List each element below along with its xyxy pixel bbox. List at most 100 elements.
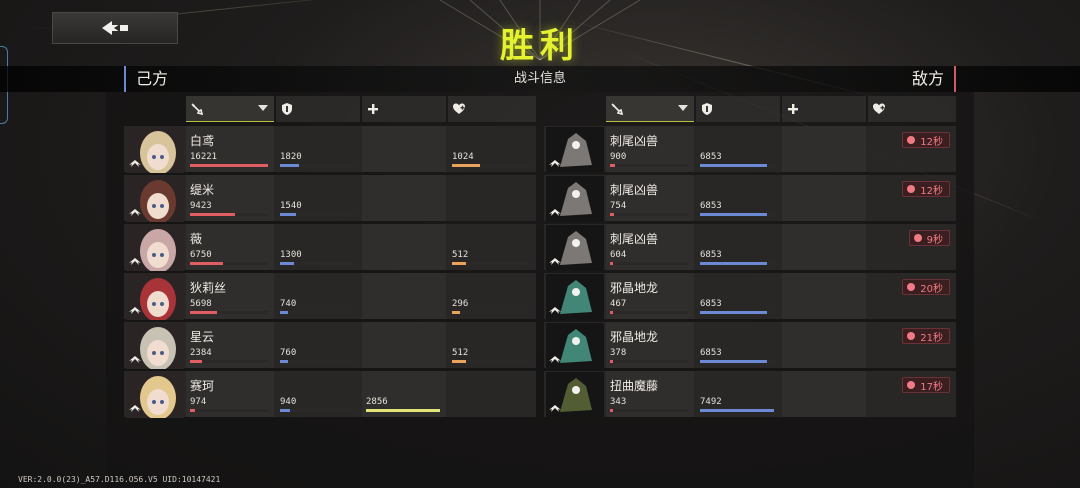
battle-info-bar: 己方 战斗信息 敌方 <box>0 66 1080 92</box>
timer-text: 12秒 <box>920 185 943 197</box>
cell-background <box>362 126 446 172</box>
column-header-heal[interactable] <box>448 96 536 122</box>
stat-bar-fill-damage <box>610 360 613 363</box>
unit-row: 白鸢 16221 1820 1024 <box>124 126 536 173</box>
stat-value-damage: 754 <box>610 201 627 211</box>
unit-name: 邪晶地龙 <box>610 281 659 295</box>
stat-bar-fill-damage <box>610 311 613 314</box>
stat-bar-fill-heal <box>452 262 466 265</box>
stat-value-heal: 296 <box>452 299 469 309</box>
unit-row: 赛珂 974 940 2856 <box>124 371 536 418</box>
wing-icon <box>549 209 561 216</box>
unit-name: 扭曲魔藤 <box>610 379 659 393</box>
stat-value-defense: 7492 <box>700 397 722 407</box>
stat-value-defense: 760 <box>280 348 297 358</box>
stat-bar-heal <box>452 262 530 265</box>
cell-background <box>782 322 866 368</box>
unit-name: 狄莉丝 <box>190 281 227 295</box>
column-header-damage[interactable] <box>186 96 274 122</box>
stat-bar-fill-defense <box>280 360 288 363</box>
wing-icon <box>129 258 141 265</box>
stat-bar-fill-defense <box>700 164 767 167</box>
stat-value-defense: 6853 <box>700 348 722 358</box>
column-header-support[interactable] <box>782 96 866 122</box>
stat-value-defense: 940 <box>280 397 297 407</box>
stat-bar-fill-damage <box>190 164 268 167</box>
wing-icon <box>549 356 561 363</box>
victory-title: 胜利 <box>500 26 580 66</box>
stat-bar-fill-damage <box>190 262 223 265</box>
stat-value-damage: 343 <box>610 397 627 407</box>
column-header-defense[interactable] <box>696 96 780 122</box>
respawn-timer-badge: 9秒 <box>908 230 950 246</box>
stat-value-damage: 9423 <box>190 201 212 211</box>
stat-bar-damage <box>610 409 688 412</box>
unit-portrait <box>126 274 184 320</box>
stat-value-damage: 900 <box>610 152 627 162</box>
unit-portrait <box>546 225 604 271</box>
plus-icon <box>368 104 378 114</box>
unit-row: 邪晶地龙 467 6853 20秒 <box>544 273 956 320</box>
column-header-support[interactable] <box>362 96 446 122</box>
stat-bar-heal <box>452 360 530 363</box>
stat-bar-defense <box>700 409 774 412</box>
stat-bar-damage <box>190 360 268 363</box>
unit-portrait <box>546 274 604 320</box>
unit-row: 星云 2384 760 512 <box>124 322 536 369</box>
unit-portrait <box>126 176 184 222</box>
sword-icon <box>191 103 204 116</box>
stat-bar-fill-defense <box>700 311 767 314</box>
stat-bar-fill-defense <box>280 262 294 265</box>
back-button[interactable] <box>52 12 178 44</box>
wing-icon <box>129 209 141 216</box>
stat-bar-defense <box>280 311 354 314</box>
skull-icon <box>907 283 916 291</box>
column-header-heal[interactable] <box>868 96 956 122</box>
stat-bar-fill-support <box>366 409 440 412</box>
unit-row: 扭曲魔藤 343 7492 17秒 <box>544 371 956 418</box>
unit-name: 刺尾凶兽 <box>610 134 659 148</box>
stat-bar-damage <box>610 164 688 167</box>
stat-value-defense: 1300 <box>280 250 302 260</box>
skull-icon <box>907 136 916 144</box>
stat-bar-fill-defense <box>280 213 296 216</box>
unit-name: 赛珂 <box>190 379 215 393</box>
stat-value-damage: 604 <box>610 250 627 260</box>
unit-portrait <box>546 176 604 222</box>
stat-bar-fill-damage <box>610 409 613 412</box>
column-header-damage[interactable] <box>606 96 694 122</box>
stat-bar-damage <box>610 311 688 314</box>
respawn-timer-badge: 20秒 <box>902 279 950 295</box>
sword-icon <box>611 103 624 116</box>
stat-bar-defense <box>280 164 354 167</box>
stat-bar-heal <box>452 164 530 167</box>
unit-row: 狄莉丝 5698 740 296 <box>124 273 536 320</box>
stat-value-defense: 6853 <box>700 299 722 309</box>
respawn-timer-badge: 21秒 <box>902 328 950 344</box>
stat-bar-damage <box>610 262 688 265</box>
timer-text: 9秒 <box>926 234 943 246</box>
unit-row: 缇米 9423 1540 <box>124 175 536 222</box>
unit-row: 刺尾凶兽 604 6853 9秒 <box>544 224 956 271</box>
stat-bar-damage <box>190 311 268 314</box>
stat-bar-defense <box>280 360 354 363</box>
heart-plus-icon <box>453 103 465 114</box>
stat-bar-defense <box>700 360 774 363</box>
skull-icon <box>907 332 916 340</box>
stat-bar-support <box>366 409 440 412</box>
stat-value-heal: 512 <box>452 348 469 358</box>
stat-value-damage: 6750 <box>190 250 212 260</box>
wing-icon <box>129 160 141 167</box>
stat-value-defense: 1540 <box>280 201 302 211</box>
unit-portrait <box>126 323 184 369</box>
cell-background <box>362 224 446 270</box>
stat-bar-damage <box>190 262 268 265</box>
version-uid-text: VER:2.0.0(23)_A57.D116.O56.V5 UID:101474… <box>18 475 221 484</box>
wing-icon <box>549 307 561 314</box>
stat-value-defense: 6853 <box>700 152 722 162</box>
column-header-defense[interactable] <box>276 96 360 122</box>
respawn-timer-badge: 12秒 <box>902 132 950 148</box>
unit-portrait <box>126 127 184 173</box>
cell-background <box>782 126 866 172</box>
unit-row: 薇 6750 1300 512 <box>124 224 536 271</box>
